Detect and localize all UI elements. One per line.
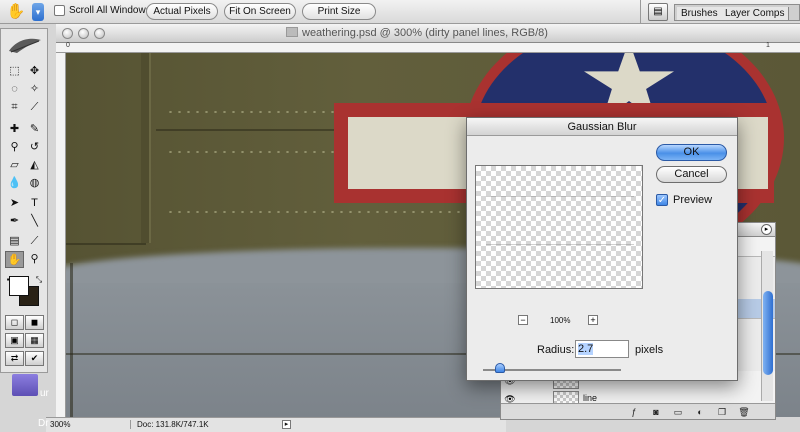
preview-label: Preview (673, 194, 713, 206)
palette-well-icon[interactable]: ▤ (648, 3, 668, 21)
layer-name: line (583, 393, 598, 403)
minimize-window-button[interactable] (78, 28, 89, 39)
status-menu-icon[interactable]: ▸ (282, 420, 291, 429)
lasso-tool-icon[interactable]: ◌ (5, 81, 24, 98)
healing-brush-tool-icon[interactable]: ✚ (5, 121, 24, 138)
vertical-ruler[interactable] (56, 53, 66, 417)
zoom-window-button[interactable] (94, 28, 105, 39)
radius-label: Radius: (537, 344, 575, 356)
layers-scrollbar[interactable] (761, 251, 773, 401)
document-title-bar[interactable]: weathering.psd @ 300% (dirty panel lines… (56, 24, 800, 43)
new-group-icon[interactable]: ▭ (671, 406, 685, 418)
palette-well: Brushes Layer Comps (674, 4, 800, 21)
screen-mode-full-icon[interactable]: ▦ (25, 333, 44, 348)
ruler-mark: 1 (766, 42, 770, 49)
layer-mask-icon[interactable]: ◙ (649, 406, 663, 418)
divider (640, 0, 641, 24)
desktop-item-label[interactable]: ur (40, 388, 49, 399)
toolbox: ⬚ ✥ ◌ ✧ ⌗ ⟋ ✚ ✎ ⚲ ↺ ▱ ◭ 💧 ◍ ➤ T ✒ ╲ ▤ ⟋ … (0, 28, 48, 373)
default-colors-icon[interactable]: ▪ (3, 271, 13, 288)
palette-menu-icon[interactable]: ▸ (761, 224, 772, 235)
type-tool-icon[interactable]: T (25, 195, 44, 212)
close-window-button[interactable] (62, 28, 73, 39)
zoom-tool-icon[interactable]: ⚲ (25, 251, 44, 268)
print-size-button[interactable]: Print Size (302, 3, 376, 20)
notes-tool-icon[interactable]: ▤ (5, 233, 24, 250)
history-brush-tool-icon[interactable]: ↺ (25, 139, 44, 156)
actual-pixels-button[interactable]: Actual Pixels (146, 3, 218, 20)
standard-mode-button[interactable]: ◻ (5, 315, 24, 330)
dodge-tool-icon[interactable]: ◍ (25, 175, 44, 192)
line-tool-icon[interactable]: ╲ (25, 213, 44, 230)
radius-slider-knob[interactable] (495, 363, 505, 373)
desktop-folder-icon[interactable] (12, 374, 38, 396)
checkmark-icon[interactable]: ✓ (656, 194, 668, 206)
screen-mode-standard-icon[interactable]: ▣ (5, 333, 24, 348)
radius-value[interactable]: 2.7 (578, 343, 594, 355)
zoom-in-button[interactable]: + (588, 315, 598, 325)
crop-tool-icon[interactable]: ⌗ (5, 99, 24, 116)
hand-tool-icon[interactable]: ✋ (5, 251, 24, 268)
eraser-tool-icon[interactable]: ▱ (5, 157, 24, 174)
clone-stamp-tool-icon[interactable]: ⚲ (5, 139, 24, 156)
tool-preset-picker[interactable]: ✋ ▾ (2, 1, 44, 23)
radius-unit: pixels (635, 344, 664, 356)
ok-button[interactable]: OK (656, 144, 727, 161)
preview-panel-line (486, 244, 634, 245)
layers-footer: ƒ ◙ ▭ ◐ ❐ 🗑 (501, 403, 775, 419)
zoom-out-button[interactable]: − (518, 315, 528, 325)
tab-layer-comps[interactable]: Layer Comps (721, 7, 790, 20)
document-size: Doc: 131.8K/747.1K (130, 420, 209, 429)
jump-to-imageready-icon[interactable]: ⇄ (5, 351, 24, 366)
blur-tool-icon[interactable]: 💧 (5, 175, 24, 192)
document-icon (286, 27, 298, 37)
horizontal-ruler[interactable]: 0 1 (56, 42, 800, 53)
fit-on-screen-button[interactable]: Fit On Screen (224, 3, 296, 20)
chevron-down-icon[interactable]: ▾ (32, 3, 44, 21)
filter-preview[interactable] (475, 165, 643, 289)
paint-bucket-tool-icon[interactable]: ◭ (25, 157, 44, 174)
ruler-mark: 0 (66, 42, 70, 49)
zoom-level[interactable]: 300% (50, 420, 70, 429)
photoshop-workspace: ✋ ▾ Scroll All Windows Actual Pixels Fit… (0, 0, 800, 432)
adjustment-layer-icon[interactable]: ◐ (693, 406, 707, 418)
magic-wand-tool-icon[interactable]: ✧ (25, 81, 44, 98)
radius-input[interactable]: 2.7 (575, 340, 629, 358)
panel-line (66, 243, 146, 245)
check-icon[interactable]: ✔ (25, 351, 44, 366)
options-bar: ✋ ▾ Scroll All Windows Actual Pixels Fit… (0, 0, 800, 24)
marquee-tool-icon[interactable]: ⬚ (5, 63, 24, 80)
preview-panel-line (486, 196, 634, 197)
eyedropper-tool-icon[interactable]: ⟋ (25, 233, 44, 250)
checkbox-box[interactable] (54, 5, 65, 16)
hand-tool-icon: ✋ (6, 3, 26, 20)
scroll-all-windows-label: Scroll All Windows (69, 5, 151, 16)
scroll-all-windows-checkbox[interactable]: Scroll All Windows (54, 5, 151, 16)
new-layer-icon[interactable]: ❐ (715, 406, 729, 418)
brush-tool-icon[interactable]: ✎ (25, 121, 44, 138)
scroll-thumb[interactable] (763, 291, 773, 375)
panel-line (70, 263, 73, 417)
trash-icon[interactable]: 🗑 (737, 406, 751, 418)
preview-zoom-level: 100% (550, 316, 571, 325)
status-bar: 300% Doc: 131.8K/747.1K ▸ (46, 417, 506, 432)
desktop-item-label[interactable]: Dr (38, 418, 49, 429)
preview-checkbox[interactable]: ✓ Preview (656, 194, 712, 206)
swap-colors-icon[interactable]: ⤡ (33, 271, 45, 288)
tab-brushes[interactable]: Brushes (677, 7, 723, 20)
move-tool-icon[interactable]: ✥ (25, 63, 44, 80)
panel-frame (141, 53, 151, 243)
document-title: weathering.psd @ 300% (dirty panel lines… (286, 27, 548, 39)
slice-tool-icon[interactable]: ⟋ (25, 99, 44, 116)
pen-tool-icon[interactable]: ✒ (5, 213, 24, 230)
layer-style-icon[interactable]: ƒ (627, 406, 641, 418)
dialog-title[interactable]: Gaussian Blur (467, 118, 737, 136)
path-selection-tool-icon[interactable]: ➤ (5, 195, 24, 212)
quick-mask-button[interactable]: ◼ (25, 315, 44, 330)
cancel-button[interactable]: Cancel (656, 166, 727, 183)
feather-logo-icon[interactable] (5, 35, 45, 57)
gaussian-blur-dialog: Gaussian Blur OK Cancel ✓ Preview − 100%… (466, 117, 738, 381)
document-title-text: weathering.psd @ 300% (dirty panel lines… (302, 27, 548, 39)
